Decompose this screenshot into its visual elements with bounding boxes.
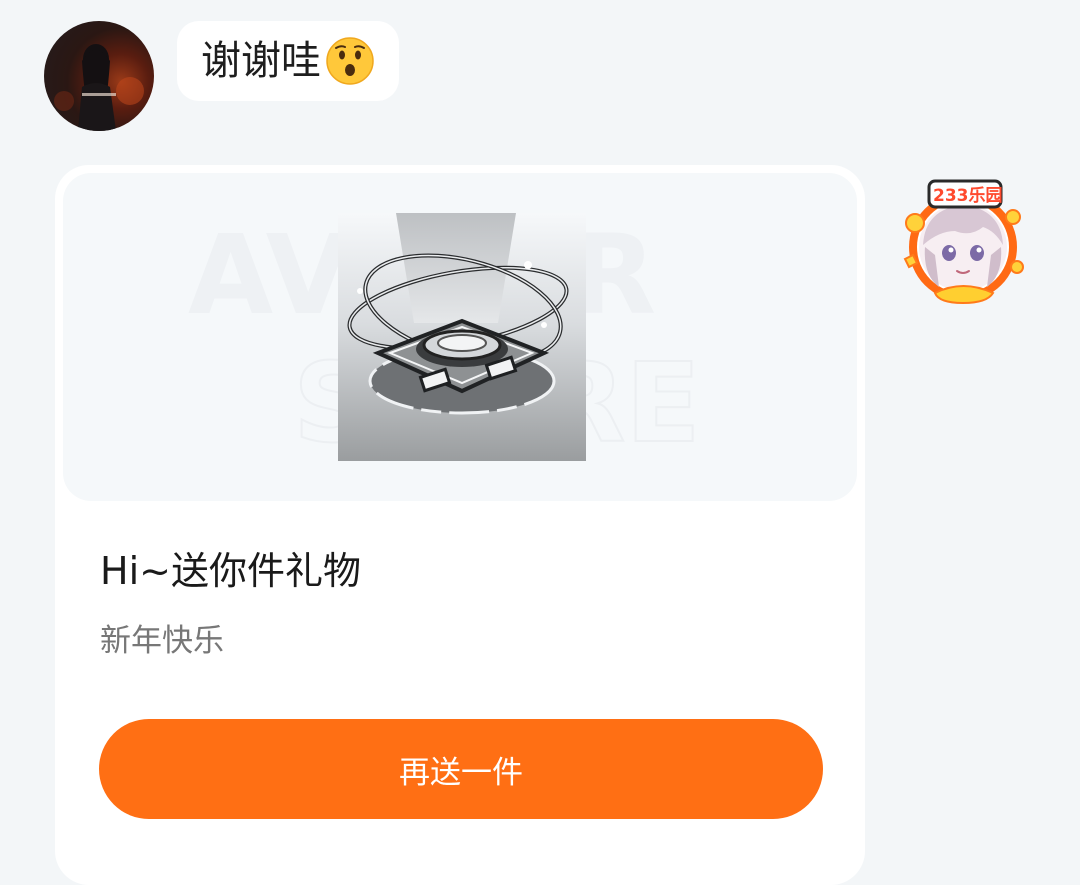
- contact-avatar[interactable]: [44, 21, 154, 131]
- gift-preview: AVATAR STORE: [63, 173, 857, 501]
- gift-item-image: [338, 213, 586, 461]
- incoming-message-text: 谢谢哇: [201, 38, 321, 84]
- send-again-button[interactable]: 再送一件: [99, 719, 823, 819]
- my-avatar[interactable]: 233乐园: [895, 175, 1035, 310]
- gift-title: Hi~送你件礼物: [100, 549, 361, 593]
- hushed-face-emoji-icon: [325, 36, 375, 86]
- contact-avatar-image: [54, 44, 144, 131]
- badge-233-text: 233乐园: [933, 186, 1003, 206]
- incoming-message-bubble[interactable]: 谢谢哇: [177, 21, 399, 101]
- gift-subtitle: 新年快乐: [100, 623, 224, 659]
- gift-message-card[interactable]: AVATAR STORE: [55, 165, 865, 885]
